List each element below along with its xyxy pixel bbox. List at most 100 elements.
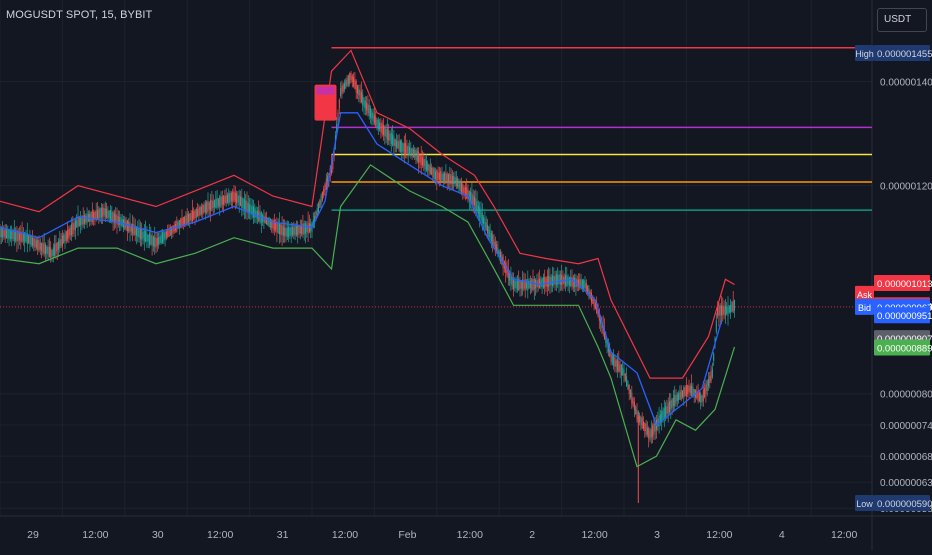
candle-body [432,167,434,178]
candle-body [364,100,366,109]
candle-body [202,204,204,215]
price-label-text-0: 0.000001455 [877,49,932,60]
candle-body [363,97,365,108]
candle-body [650,428,652,438]
candle-body [286,227,288,237]
candle-body [191,210,193,222]
candle-body [383,125,384,136]
candle-body [319,200,321,208]
candle-body [77,216,79,228]
candle-body [223,195,225,205]
candle-body [292,227,293,236]
candle-body [721,305,722,316]
candle-body [73,223,75,231]
candle-body [700,393,702,403]
candle-body [126,220,128,232]
candle-body [626,376,628,387]
candle-body [358,88,360,96]
candle-body [557,274,559,285]
price-chart[interactable]: 29 12:00 30 12:00 31 12:00 Feb 12:00 2 12:00 3 12:0… [0,0,932,550]
candle-body [449,173,451,185]
candle-body [422,157,423,166]
candle-body [371,111,373,119]
candle-body [6,229,7,239]
candle-body [91,210,93,223]
candle-body [0,228,2,238]
candle-body [437,172,439,180]
candle-body [156,237,158,246]
candle-body [423,159,425,167]
candle-body [275,222,277,230]
candle-body [269,218,271,228]
candle-body [704,387,706,397]
candle-body [230,193,232,201]
candle-body [63,235,65,244]
candle-body [206,201,208,213]
candle-body [3,230,5,237]
candle-body [308,223,310,233]
candle-body [540,279,542,287]
candle-body [201,206,202,214]
candle-body [658,415,660,426]
x-tick-label-7: 12:00 [457,529,483,541]
candle-body [128,221,130,232]
candle-body [353,77,355,87]
candle-body [323,189,325,196]
candle-body [236,193,238,204]
candle-body [648,428,650,439]
candle-body [69,227,71,236]
candle-body [100,207,102,218]
candle-body [266,217,267,225]
candle-body [683,387,685,399]
chart-area[interactable]: 29 12:00 30 12:00 31 12:00 Feb 12:00 2 12:00 3 12:0… [0,0,932,550]
candle-body [48,246,50,257]
candle-body [645,423,647,435]
candle-body [412,148,414,158]
candle-body [666,406,668,414]
x-tick-label-12: 4 [779,529,785,541]
candle-body [438,172,440,180]
candle-body [367,103,369,114]
candle-body [481,212,483,223]
candle-body [345,80,347,89]
candle-body [110,210,111,222]
candle-body [190,213,192,221]
candle-body [618,361,620,373]
candle-body [663,407,665,419]
candle-body [137,227,139,237]
x-tick-label-1: 12:00 [82,529,108,541]
candle-body [351,75,353,83]
candle-body [636,410,638,419]
candle-body [47,246,49,256]
candle-body [627,381,629,390]
candle-body [463,186,465,194]
candle-body [281,224,283,236]
candle-body [321,191,323,201]
candle-body [289,227,291,236]
candle-body [477,205,479,214]
candle-body [705,384,707,394]
candle-body [550,276,552,285]
candle-body [52,247,54,256]
candle-body [455,177,457,187]
candle-body [373,114,375,124]
candle-body [466,187,468,199]
candle-body [185,215,187,224]
candle-body [139,227,141,240]
candle-body [388,130,390,141]
price-tag-3: Ask [857,290,873,300]
candle-body [121,219,123,226]
candle-body [307,222,309,234]
candle-body [427,163,429,171]
candle-body [194,210,196,218]
candle-body [219,196,221,208]
candle-body [724,305,726,316]
candle-body [554,275,556,285]
candle-body [165,231,167,238]
candle-body [377,119,379,130]
currency-button[interactable]: USDT [877,8,927,32]
candle-body [431,167,433,175]
candle-body [357,85,358,94]
candle-body [680,389,682,400]
candle-body [396,140,397,148]
